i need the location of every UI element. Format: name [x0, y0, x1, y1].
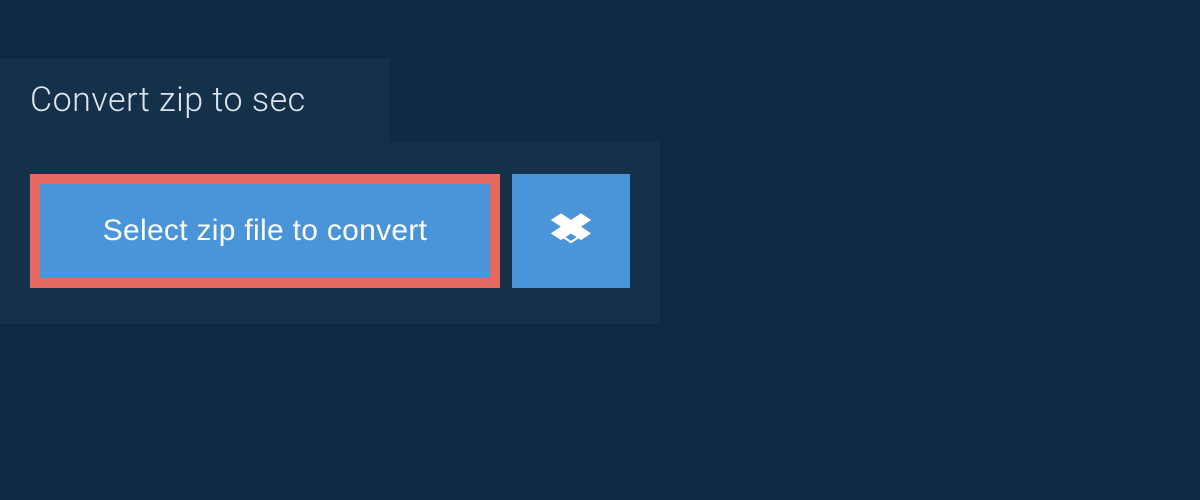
select-file-button[interactable]: Select zip file to convert [30, 174, 500, 288]
dropbox-icon [551, 210, 591, 253]
upload-panel: Select zip file to convert [0, 142, 660, 324]
dropbox-button[interactable] [512, 174, 630, 288]
tab-header: Convert zip to sec [0, 58, 390, 142]
page-title: Convert zip to sec [30, 80, 360, 120]
select-file-label: Select zip file to convert [103, 214, 428, 248]
